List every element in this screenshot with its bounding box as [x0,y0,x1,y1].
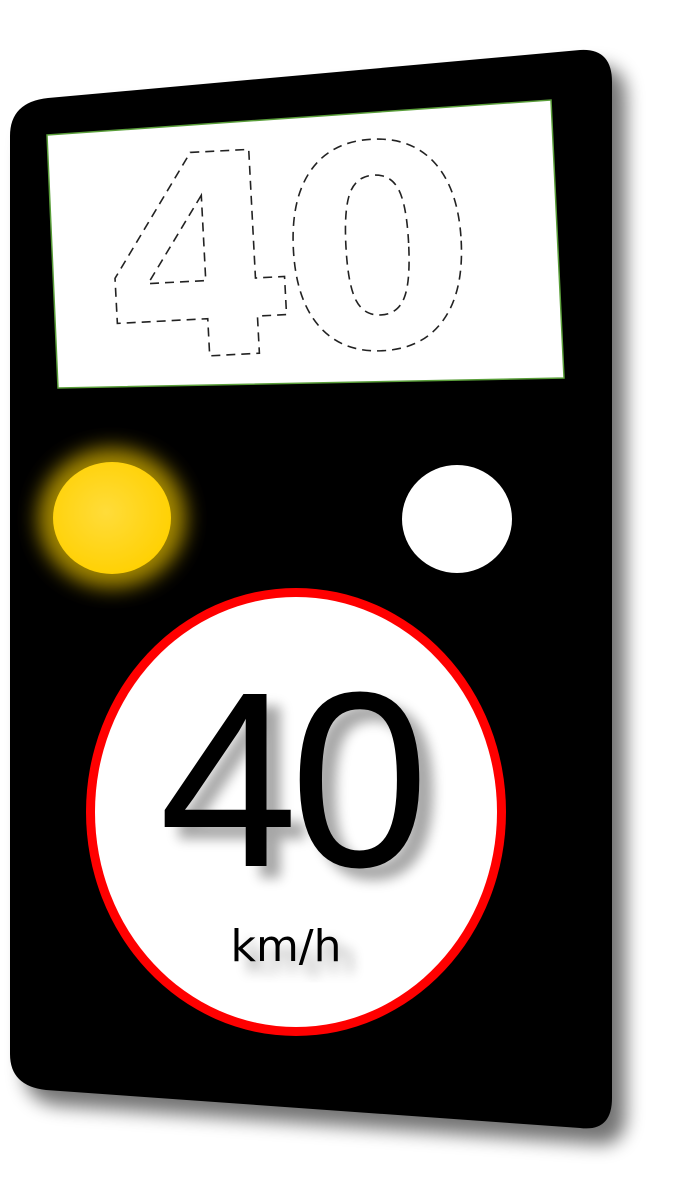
speed-sign-illustration: 40 40 km/h [0,0,675,1202]
display-outline-digits: 40 [93,84,472,429]
display-digits-group: 40 [92,83,473,429]
white-lamp [402,465,512,573]
amber-lamp [53,462,171,574]
speed-sign-svg: 40 40 km/h [10,49,612,1129]
speed-limit-value: 40 [159,640,421,919]
speed-unit-label: km/h [230,921,341,972]
